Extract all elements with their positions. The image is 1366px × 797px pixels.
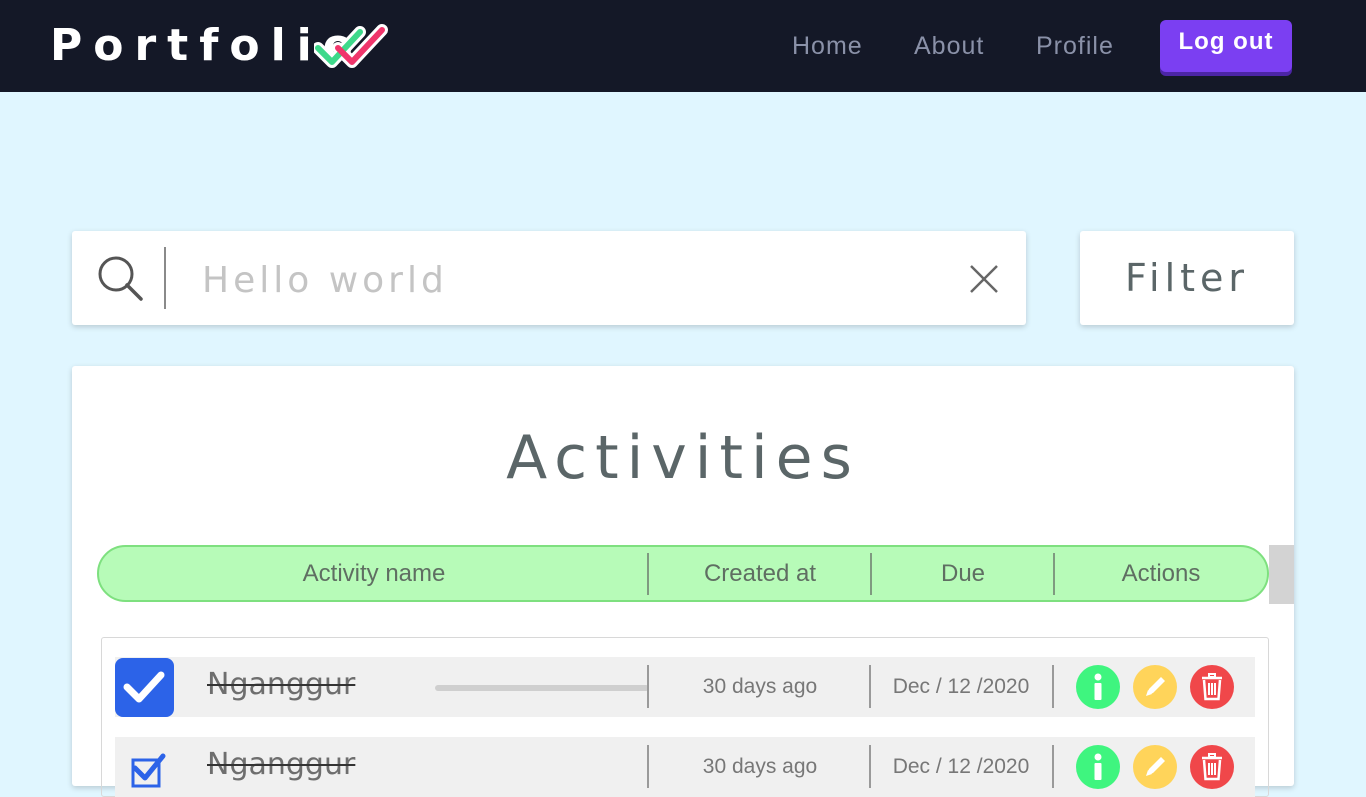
table-row: Nganggur 30 days ago Dec / 12 /2020: [115, 657, 1255, 717]
close-icon[interactable]: [968, 263, 1000, 295]
activity-due-date: Dec / 12 /2020: [892, 675, 1030, 698]
search-divider: [164, 247, 166, 309]
activity-due-date: Dec / 12 /2020: [892, 755, 1030, 778]
activity-name[interactable]: Nganggur: [207, 745, 355, 785]
info-icon: [1094, 673, 1102, 700]
column-divider: [1052, 745, 1054, 788]
trash-icon: [1202, 753, 1222, 781]
trash-icon: [1202, 673, 1222, 701]
table-header: Activity name Created at Due Actions: [97, 545, 1269, 602]
column-divider: [1052, 665, 1054, 708]
column-divider: [647, 745, 649, 788]
info-button[interactable]: [1076, 745, 1120, 789]
scrollbar-thumb[interactable]: [1269, 545, 1294, 604]
column-header-created-at[interactable]: Created at: [649, 547, 871, 600]
nav-link-profile[interactable]: Profile: [1036, 30, 1114, 62]
nav-link-home[interactable]: Home: [792, 30, 863, 62]
pencil-icon: [1146, 757, 1165, 776]
double-check-logo-icon: [314, 24, 388, 68]
edit-button[interactable]: [1133, 665, 1177, 709]
search-input[interactable]: [200, 252, 944, 308]
nav-link-about[interactable]: About: [914, 30, 984, 62]
activity-progress-bar: [435, 685, 649, 691]
activity-created-at: 30 days ago: [702, 755, 818, 778]
search-icon[interactable]: [96, 254, 144, 302]
delete-button[interactable]: [1190, 665, 1234, 709]
row-checkbox[interactable]: [115, 658, 174, 717]
checkbox-checked-icon: [131, 753, 166, 788]
table-row: Nganggur 30 days ago Dec / 12 /2020: [115, 737, 1255, 797]
checkbox-checked-icon: [123, 671, 165, 703]
column-header-due[interactable]: Due: [872, 547, 1054, 600]
row-checkbox[interactable]: [115, 738, 174, 797]
pencil-icon: [1146, 677, 1165, 696]
activity-name[interactable]: Nganggur: [207, 665, 355, 705]
column-header-activity-name[interactable]: Activity name: [99, 547, 649, 600]
edit-button[interactable]: [1133, 745, 1177, 789]
info-button[interactable]: [1076, 665, 1120, 709]
info-icon: [1094, 753, 1102, 780]
navbar: Portfolio Home About Profile Log out: [0, 0, 1366, 92]
page-title: Activities: [506, 423, 860, 493]
column-header-actions[interactable]: Actions: [1055, 547, 1267, 600]
column-divider: [647, 665, 649, 708]
filter-button[interactable]: Filter: [1080, 231, 1294, 325]
logout-button[interactable]: Log out: [1160, 20, 1292, 72]
delete-button[interactable]: [1190, 745, 1234, 789]
activity-created-at: 30 days ago: [702, 675, 818, 698]
